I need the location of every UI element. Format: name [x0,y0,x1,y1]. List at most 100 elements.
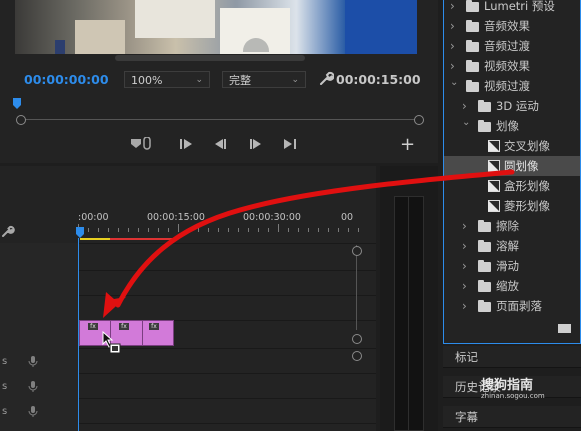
microphone-icon[interactable] [28,405,38,418]
effects-item-video-effects[interactable]: › 视频效果 [444,56,580,76]
audio-meter-panel [380,166,438,431]
scrub-start-handle[interactable] [16,115,26,125]
resolution-value: 完整 [229,74,251,87]
resolution-dropdown[interactable]: 完整 ⌄ [222,71,306,88]
effects-item-label: 缩放 [496,279,519,293]
folder-icon [478,240,491,252]
chevron-right-icon[interactable]: › [450,16,455,36]
effects-item-label: 视频效果 [484,59,530,73]
chevron-right-icon[interactable]: › [450,0,455,16]
effects-item-page-peel[interactable]: › 页面剥落 [444,296,580,316]
chevron-right-icon[interactable]: › [462,296,467,316]
add-button-icon[interactable]: + [400,134,415,155]
effects-item-lumetri-presets[interactable]: › Lumetri 预设 [444,0,580,16]
monitor-scrollbar[interactable] [115,55,305,61]
watermark-text: 搜狗指南 [481,378,534,393]
microphone-icon[interactable] [28,380,38,393]
folder-icon [466,20,479,32]
transition-effect-icon [488,160,500,172]
current-timecode[interactable]: 00:00:00:00 [24,72,109,87]
scrub-bar[interactable] [20,119,420,120]
track-headers [0,243,78,431]
zoom-dropdown[interactable]: 100% ⌄ [124,71,210,88]
ruler-tick [108,228,109,232]
step-forward-icon[interactable] [248,137,264,151]
go-to-in-icon[interactable] [178,137,194,151]
chevron-down-icon: ⌄ [291,75,299,85]
tab-markers[interactable]: 标记 [443,346,581,368]
ruler-label: 00:00:15:00 [147,212,205,223]
scroll-handle-top[interactable] [352,246,362,256]
effects-item-iris-diamond[interactable]: 菱形划像 [444,196,580,216]
clip-segment[interactable]: fx [142,321,173,345]
effects-item-audio-transitions[interactable]: › 音频过渡 [444,36,580,56]
folder-icon [478,100,491,112]
tab-captions[interactable]: 字幕 [443,406,581,428]
chevron-right-icon[interactable]: › [462,256,467,276]
scrub-end-handle[interactable] [414,115,424,125]
transition-effect-icon [488,180,500,192]
ruler-tick [358,228,359,232]
video-clip[interactable]: fx fx fx [79,320,174,346]
effects-item-label: 音频过渡 [484,39,530,53]
effects-item-slide[interactable]: › 滑动 [444,256,580,276]
ruler-tick [88,228,89,232]
watermark-url: zhinan.sogou.com [481,392,545,400]
chevron-right-icon[interactable]: › [462,236,467,256]
effects-item-label: 页面剥落 [496,299,542,313]
effects-item-audio-effects[interactable]: › 音频效果 [444,16,580,36]
audio-meter [394,196,424,431]
effects-item-cross-iris[interactable]: 交叉划像 [444,136,580,156]
new-bin-icon[interactable] [558,324,571,333]
effects-panel: › Lumetri 预设 › 音频效果 › 音频过渡 › 视频效果 ⌄ 视频过渡 › 3D 运动 ⌄ 划像… [443,0,581,344]
ruler-tick [338,228,339,232]
ruler-tick [128,228,129,232]
wrench-icon[interactable] [318,71,334,87]
marker-icon[interactable] [130,137,154,151]
effects-item-label: 交叉划像 [504,139,550,153]
effects-item-dissolve[interactable]: › 溶解 [444,236,580,256]
fx-badge: fx [119,323,129,330]
ruler-tick [148,228,149,232]
chevron-down-icon[interactable]: ⌄ [462,113,470,133]
ruler-tick [328,228,329,232]
audio-scroll-handle[interactable] [352,351,362,361]
folder-icon [466,80,479,92]
effects-item-label: Lumetri 预设 [484,0,555,13]
ruler-tick [238,228,239,232]
effects-item-zoom[interactable]: › 缩放 [444,276,580,296]
go-to-out-icon[interactable] [282,137,298,151]
folder-icon [478,280,491,292]
ruler-tick [168,228,169,232]
effects-item-wipe[interactable]: › 擦除 [444,216,580,236]
ruler-tick [318,228,319,232]
drag-cursor-icon [102,330,121,354]
ruler-label: 00 [341,212,354,223]
scroll-handle-bottom[interactable] [352,334,362,344]
timeline-playhead-icon[interactable] [75,227,85,239]
playhead-marker[interactable] [12,98,22,110]
effects-item-label: 3D 运动 [496,99,539,113]
effects-item-label: 溶解 [496,239,519,253]
ruler-tick [248,228,249,232]
ruler-tick [218,228,219,232]
chevron-down-icon[interactable]: ⌄ [450,73,458,93]
track-scrollbar[interactable] [356,245,357,330]
effects-item-iris-box[interactable]: 盒形划像 [444,176,580,196]
chevron-down-icon: ⌄ [195,75,203,85]
step-back-icon[interactable] [212,137,228,151]
wrench-icon[interactable] [1,224,15,238]
effects-item-label: 音频效果 [484,19,530,33]
time-ruler[interactable] [78,224,360,232]
microphone-icon[interactable] [28,355,38,368]
chevron-right-icon[interactable]: › [450,36,455,56]
duration-timecode: 00:00:15:00 [336,72,421,87]
ruler-tick [298,228,299,232]
chevron-right-icon[interactable]: › [462,216,467,236]
chevron-right-icon[interactable]: › [462,276,467,296]
effects-item-video-transitions[interactable]: ⌄ 视频过渡 [444,76,580,96]
effects-item-iris-round[interactable]: 圆划像 [444,156,580,176]
effects-item-iris[interactable]: ⌄ 划像 [444,116,580,136]
fx-badge: fx [149,323,159,330]
ruler-tick [118,228,119,232]
